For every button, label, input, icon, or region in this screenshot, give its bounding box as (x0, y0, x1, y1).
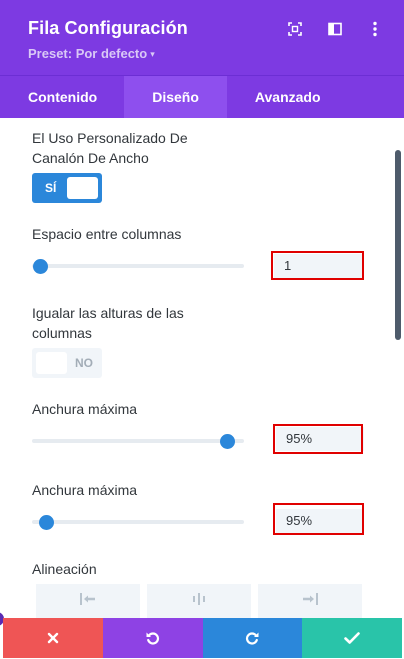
align-center-button[interactable] (147, 584, 251, 618)
preset-selector[interactable]: Preset: Por defecto ▾ (28, 46, 155, 61)
redo-icon (246, 632, 259, 645)
redo-button[interactable] (202, 618, 303, 658)
modal-title: Fila Configuración (28, 18, 188, 38)
header-actions (286, 20, 384, 38)
max-width-label-2: Anchura máxima (32, 482, 138, 498)
max-width-slider[interactable] (32, 433, 244, 449)
scrollbar[interactable] (395, 150, 401, 340)
highlight-box (271, 251, 364, 280)
slider-handle[interactable] (219, 433, 235, 449)
toggle-state-label: NO (75, 356, 93, 370)
action-bar (3, 618, 402, 658)
align-center-icon (193, 593, 205, 605)
column-spacing-slider[interactable] (32, 258, 244, 274)
align-right-icon (303, 593, 318, 605)
settings-header: Fila Configuración Preset: Por defecto ▾ (0, 0, 404, 76)
align-left-icon (80, 593, 95, 605)
custom-gutter-label: El Uso Personalizado De Canalón De Ancho (32, 130, 188, 166)
align-left-button[interactable] (36, 584, 140, 618)
more-options-icon[interactable] (366, 20, 384, 38)
alignment-options (36, 584, 362, 618)
column-spacing-label: Espacio entre columnas (32, 226, 182, 242)
discard-button[interactable] (3, 618, 103, 658)
alignment-label: Alineación (32, 561, 97, 577)
sidebar-toggle-icon[interactable] (326, 20, 344, 38)
undo-button[interactable] (102, 618, 203, 658)
settings-panel: El Uso Personalizado De Canalón De Ancho… (0, 118, 404, 618)
discard-icon (47, 632, 59, 644)
expand-icon[interactable] (286, 20, 304, 38)
tab-avanzado[interactable]: Avanzado (227, 76, 349, 118)
highlight-box (273, 503, 364, 535)
max-width-label: Anchura máxima (32, 401, 138, 417)
settings-tabs: Contenido Diseño Avanzado (0, 76, 404, 118)
toggle-knob (36, 352, 67, 374)
custom-gutter-toggle[interactable]: SÍ (32, 173, 102, 203)
equal-heights-label: Igualar las alturas de las columnas (32, 305, 184, 341)
save-button[interactable] (302, 618, 402, 658)
preset-label: Preset: Por defecto (28, 46, 148, 61)
toggle-knob (67, 177, 98, 199)
align-right-button[interactable] (258, 584, 362, 618)
caret-down-icon: ▾ (150, 49, 155, 59)
toggle-state-label: SÍ (45, 181, 57, 195)
tab-diseno[interactable]: Diseño (124, 76, 227, 118)
max-width-slider-2[interactable] (32, 514, 244, 530)
save-check-icon (344, 632, 360, 644)
tab-contenido[interactable]: Contenido (0, 76, 124, 118)
highlight-box (273, 424, 363, 454)
equal-heights-toggle[interactable]: NO (32, 348, 102, 378)
slider-handle[interactable] (32, 258, 48, 274)
undo-icon (146, 632, 159, 645)
slider-handle[interactable] (39, 514, 55, 530)
